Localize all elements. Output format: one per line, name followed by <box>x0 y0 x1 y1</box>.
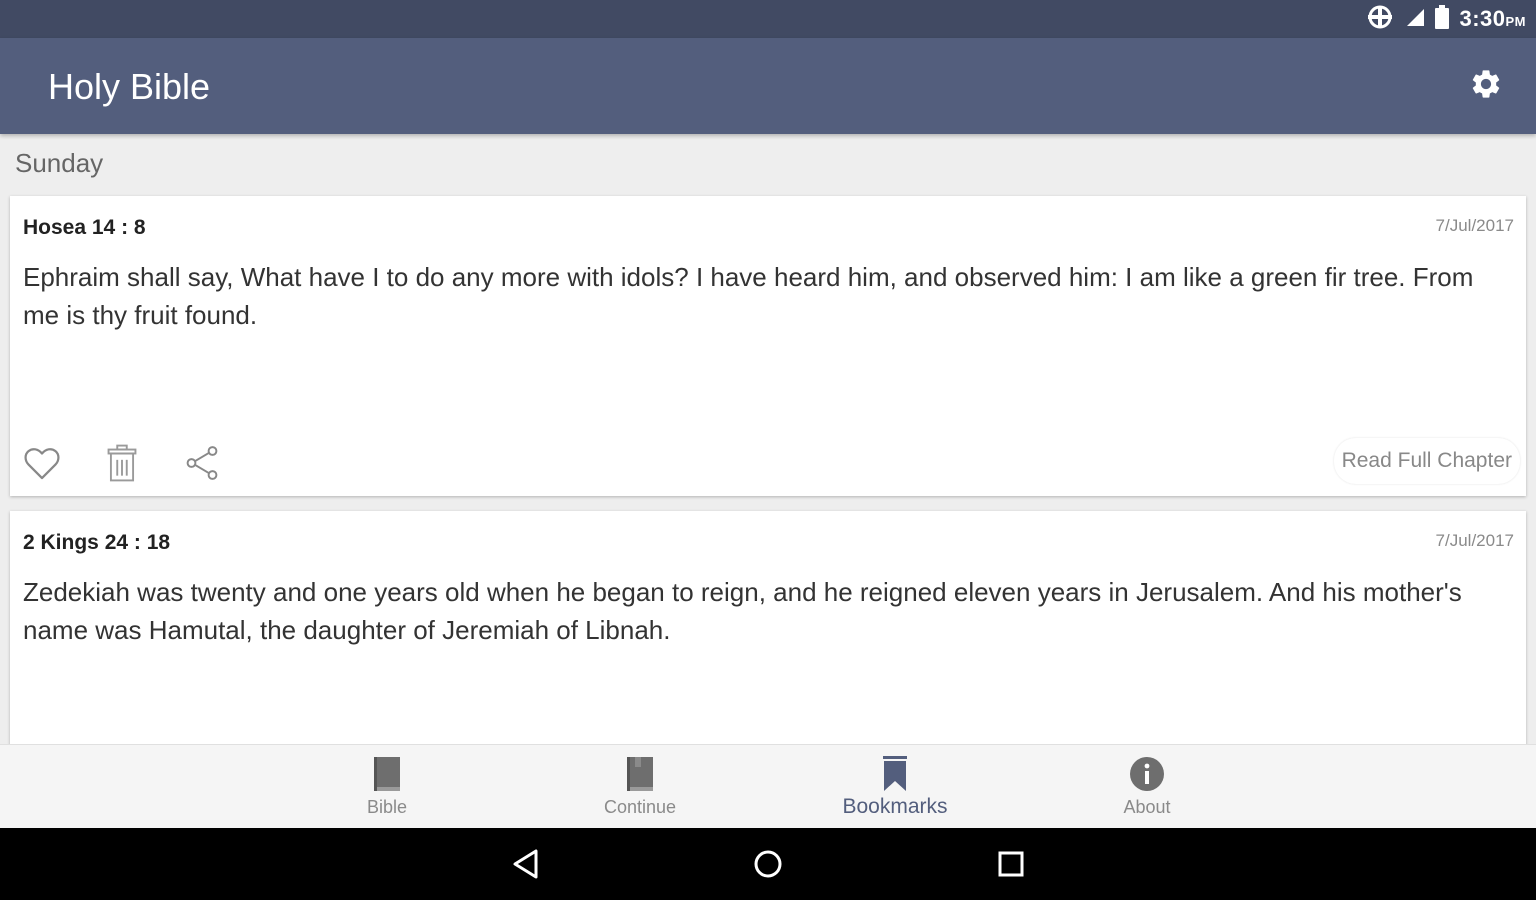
app-title: Holy Bible <box>48 66 211 107</box>
verse-text: Ephraim shall say, What have I to do any… <box>23 262 1474 330</box>
system-navigation-bar <box>0 828 1536 900</box>
status-ampm: PM <box>1505 14 1526 29</box>
settings-button[interactable] <box>1466 66 1506 106</box>
recent-apps-icon[interactable] <box>993 846 1029 882</box>
share-icon[interactable] <box>182 443 222 483</box>
book-icon <box>622 755 658 793</box>
nav-item-about[interactable]: About <box>1047 745 1247 829</box>
book-icon <box>369 755 405 793</box>
app-bar: Holy Bible <box>0 38 1536 134</box>
trash-icon[interactable] <box>102 443 142 483</box>
home-icon[interactable] <box>750 846 786 882</box>
bookmark-icon <box>877 755 913 793</box>
verse-reference: 2 Kings 24 : 18 <box>23 531 170 555</box>
read-full-chapter-button[interactable]: Read Full Chapter <box>1333 438 1520 484</box>
gear-icon <box>1469 67 1503 106</box>
info-icon <box>1129 755 1165 793</box>
nav-item-continue[interactable]: Continue <box>540 745 740 829</box>
bookmark-date: 7/Jul/2017 <box>1435 531 1514 550</box>
nav-label-bookmarks: Bookmarks <box>842 795 948 818</box>
nav-item-bible[interactable]: Bible <box>287 745 487 829</box>
app-screen: 3:30PM Holy Bible Sunday Hosea 14 : 8 7/… <box>0 0 1536 900</box>
verse-book: 2 Kings <box>23 531 99 554</box>
bookmarks-list[interactable]: Sunday Hosea 14 : 8 7/Jul/2017 Ephraim s… <box>0 134 1536 744</box>
verse-chapter: 24 : 18 <box>104 531 171 554</box>
back-icon[interactable] <box>508 846 544 882</box>
data-saver-icon <box>1365 5 1395 34</box>
status-time: 3:30PM <box>1459 6 1526 31</box>
bookmark-card[interactable]: 2 Kings 24 : 18 7/Jul/2017 Zedekiah was … <box>10 511 1526 744</box>
status-bar: 3:30PM <box>0 0 1536 38</box>
bookmark-date: 7/Jul/2017 <box>1435 216 1514 235</box>
signal-icon <box>1405 7 1425 32</box>
heart-icon[interactable] <box>22 443 62 483</box>
day-header: Sunday <box>15 148 104 178</box>
bottom-navigation: Bible Continue Bookmarks About <box>0 744 1536 829</box>
verse-reference: Hosea 14 : 8 <box>23 216 146 240</box>
verse-book: Hosea <box>23 216 87 239</box>
card-actions <box>22 441 262 485</box>
nav-label-bible: Bible <box>366 797 408 817</box>
bookmark-card[interactable]: Hosea 14 : 8 7/Jul/2017 Ephraim shall sa… <box>10 196 1526 496</box>
status-icons: 3:30PM <box>1365 0 1526 38</box>
verse-text: Zedekiah was twenty and one years old wh… <box>23 577 1462 645</box>
verse-chapter: 14 : 8 <box>91 216 146 239</box>
battery-icon <box>1435 4 1450 34</box>
nav-label-continue: Continue <box>603 797 677 817</box>
nav-label-about: About <box>1123 797 1171 817</box>
nav-item-bookmarks[interactable]: Bookmarks <box>795 745 995 829</box>
